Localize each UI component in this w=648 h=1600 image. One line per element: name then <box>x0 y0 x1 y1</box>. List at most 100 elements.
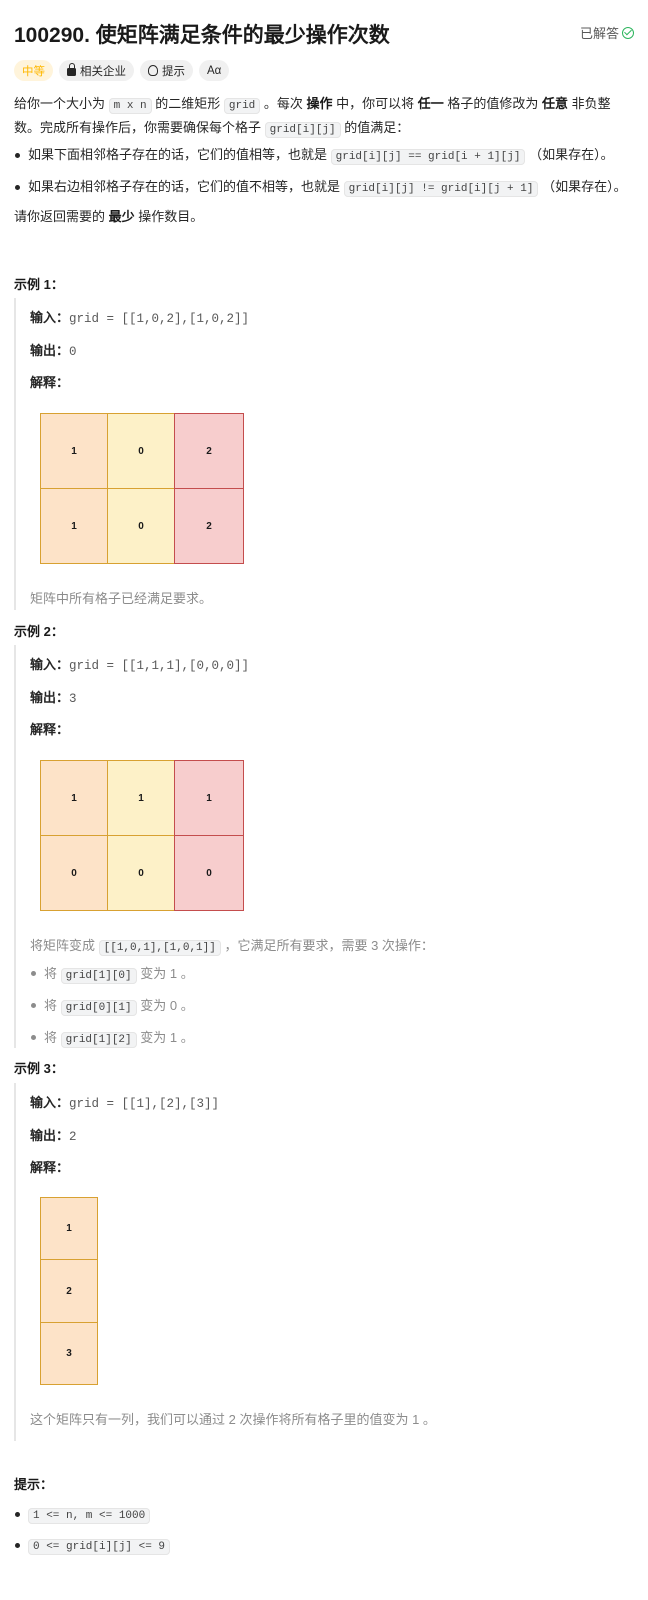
bold-text: 任一 <box>417 96 444 111</box>
output-value: 0 <box>69 345 77 359</box>
grid-cell: 1 <box>40 760 108 836</box>
text: 变为 1 。 <box>136 966 194 981</box>
text: 如果右边相邻格子存在的话，它们的值不相等，也就是 <box>28 179 344 194</box>
example-2-title: 示例 2： <box>14 624 64 639</box>
grid-cell: 3 <box>40 1322 98 1385</box>
problem-title: 100290. 使矩阵满足条件的最少操作次数 <box>14 24 390 47</box>
list-item: 1 <= n, m <= 1000 <box>15 1503 634 1527</box>
text: 如果下面相邻格子存在的话，它们的值相等，也就是 <box>28 147 331 162</box>
text: 将 <box>44 1030 61 1045</box>
input-label: 输入： <box>30 1095 70 1110</box>
constraints-title: 提示： <box>14 1477 54 1492</box>
grid-cell: 0 <box>107 488 175 564</box>
inline-code: 1 <= n, m <= 1000 <box>28 1508 151 1524</box>
grid-cell: 0 <box>40 835 108 911</box>
hint-tag[interactable]: 提示 <box>140 60 193 81</box>
difficulty-badge: 中等 <box>14 60 53 81</box>
inline-code: grid[0][1] <box>60 1000 137 1016</box>
solved-label: 已解答 <box>579 26 619 41</box>
inline-code: grid[i][j] == grid[i + 1][j] <box>330 149 526 165</box>
condition-list: 如果下面相邻格子存在的话，它们的值相等，也就是 grid[i][j] == gr… <box>15 144 634 200</box>
text: 将矩阵变成 <box>30 938 99 953</box>
list-item: 0 <= grid[i][j] <= 9 <box>15 1534 634 1558</box>
text: 变为 1 。 <box>136 1030 194 1045</box>
output-label: 输出： <box>30 690 70 705</box>
explain-label: 解释： <box>30 375 70 390</box>
list-item: 将 grid[1][2] 变为 1 。 <box>31 1023 194 1055</box>
text: 变为 0 。 <box>136 998 194 1013</box>
example-output: 输出：3 <box>30 687 77 706</box>
example-3-block: 输入：grid = [[1],[2],[3]] 输出：2 解释： 1 2 3 这… <box>14 1083 634 1441</box>
text: （如果存在）。 <box>538 179 627 194</box>
inline-code: grid[i][j] != grid[i][j + 1] <box>343 181 539 197</box>
inline-code: grid <box>223 98 261 114</box>
text: 中，你可以将 <box>332 96 418 111</box>
grid-cell: 0 <box>107 835 175 911</box>
grid-cell: 1 <box>174 760 244 836</box>
inline-code: m x n <box>108 98 152 114</box>
explain-label: 解释： <box>30 1160 70 1175</box>
example-note: 这个矩阵只有一列，我们可以通过 2 次操作将所有格子里的值变为 1 。 <box>30 1412 436 1427</box>
bold-text: 操作 <box>306 96 333 111</box>
input-value: grid = [[1,1,1],[0,0,0]] <box>69 659 250 673</box>
example-note: 矩阵中所有格子已经满足要求。 <box>30 591 213 606</box>
grid-cell: 1 <box>107 760 175 836</box>
difficulty-label: 中等 <box>22 65 45 78</box>
example-note: 将矩阵变成 [[1,0,1],[1,0,1]] ，它满足所有要求，需要 3 次操… <box>30 935 434 956</box>
grid-cell: 2 <box>174 413 244 489</box>
text: 的二维矩形 <box>151 96 224 111</box>
explain-label: 解释： <box>30 722 70 737</box>
font-size-tag[interactable]: Aα <box>199 60 230 81</box>
inline-code: grid[i][j] <box>264 122 341 138</box>
return-paragraph: 请你返回需要的 最少 操作数目。 <box>14 206 634 228</box>
text: ，它满足所有要求，需要 3 次操作： <box>220 938 434 953</box>
example-input: 输入：grid = [[1],[2],[3]] <box>30 1092 219 1111</box>
grid-cell: 2 <box>174 488 244 564</box>
text: 将 <box>44 998 61 1013</box>
companies-tag[interactable]: 相关企业 <box>59 60 134 81</box>
example-output: 输出：2 <box>30 1125 77 1144</box>
hint-label: 提示 <box>162 65 185 78</box>
constraints-list: 1 <= n, m <= 1000 0 <= grid[i][j] <= 9 <box>15 1503 634 1558</box>
grid-cell: 1 <box>40 488 108 564</box>
tag-bar: 中等 相关企业 提示 Aα <box>14 60 230 81</box>
list-item: 如果右边相邻格子存在的话，它们的值不相等，也就是 grid[i][j] != g… <box>15 176 634 200</box>
example-1-block: 输入：grid = [[1,0,2],[1,0,2]] 输出：0 解释： 1 0… <box>14 298 634 610</box>
text: 。每次 <box>260 96 307 111</box>
output-label: 输出： <box>30 1128 70 1143</box>
steps-list: 将 grid[1][0] 变为 1 。 将 grid[0][1] 变为 0 。 … <box>31 959 194 1055</box>
grid-cell: 2 <box>40 1259 98 1323</box>
input-value: grid = [[1,0,2],[1,0,2]] <box>69 312 250 326</box>
example-input: 输入：grid = [[1,0,2],[1,0,2]] <box>30 307 249 326</box>
list-item: 将 grid[0][1] 变为 0 。 <box>31 991 194 1023</box>
font-icon: Aα <box>207 64 222 77</box>
solved-status[interactable]: 已解答 <box>580 23 634 42</box>
list-item: 将 grid[1][0] 变为 1 。 <box>31 959 194 991</box>
example-explain: 解释： <box>30 1157 69 1176</box>
example-3-title: 示例 3： <box>14 1061 64 1076</box>
inline-code: [[1,0,1],[1,0,1]] <box>98 940 221 956</box>
text: 格子的值修改为 <box>443 96 543 111</box>
description-paragraph: 给你一个大小为 m x n 的二维矩形 grid 。每次 操作 中，你可以将 任… <box>14 93 634 141</box>
list-item: 如果下面相邻格子存在的话，它们的值相等，也就是 grid[i][j] == gr… <box>15 144 634 168</box>
check-icon <box>622 26 634 39</box>
grid-cell: 0 <box>174 835 244 911</box>
companies-label: 相关企业 <box>80 65 126 78</box>
input-value: grid = [[1],[2],[3]] <box>69 1097 220 1111</box>
text: （如果存在）。 <box>525 147 614 162</box>
title-row: 100290. 使矩阵满足条件的最少操作次数 已解答 <box>14 16 634 48</box>
bold-text: 任意 <box>542 96 569 111</box>
example-explain: 解释： <box>30 372 69 391</box>
inline-code: 0 <= grid[i][j] <= 9 <box>28 1539 171 1555</box>
lightbulb-icon <box>148 65 158 76</box>
text: 操作数目。 <box>134 209 204 224</box>
example-input: 输入：grid = [[1,1,1],[0,0,0]] <box>30 654 249 673</box>
text: 请你返回需要的 <box>14 209 109 224</box>
inline-code: grid[1][0] <box>60 968 137 984</box>
example-explain: 解释： <box>30 719 69 738</box>
output-value: 3 <box>69 692 77 706</box>
input-label: 输入： <box>30 310 70 325</box>
example-2-block: 输入：grid = [[1,1,1],[0,0,0]] 输出：3 解释： 1 1… <box>14 645 634 1048</box>
grid-cell: 1 <box>40 1197 98 1260</box>
text: 的值满足： <box>340 120 410 135</box>
